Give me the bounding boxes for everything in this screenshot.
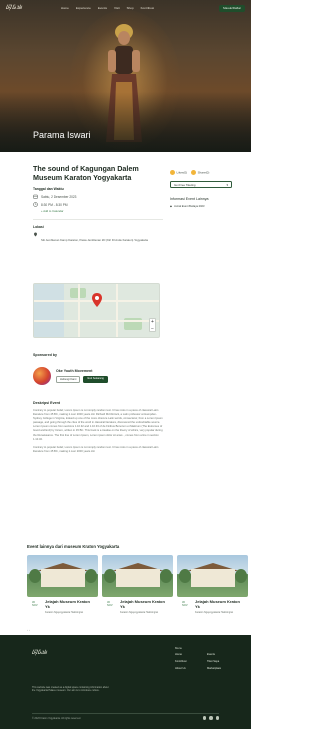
event-date: Sabtu, 2 Desember 2023 <box>41 194 77 199</box>
nav-link-shop[interactable]: Shop <box>127 6 134 10</box>
map-water <box>34 284 64 337</box>
clock-icon <box>33 202 38 207</box>
map-road <box>116 284 118 337</box>
event-card-date: 30 NOV <box>32 601 38 608</box>
footer-link-kontribusi[interactable]: Kontribusi <box>175 660 187 663</box>
carousel-pager[interactable]: ‹ › <box>27 628 30 632</box>
other-events-label: Event lainnya dari museum Kraton Yogyaka… <box>27 544 120 549</box>
event-time-row: 8:30 PM - 8:30 PM <box>33 202 163 207</box>
footer-divider <box>32 713 219 714</box>
event-card-image <box>102 555 173 597</box>
like-button[interactable]: Likes(0) <box>170 170 187 175</box>
map-road <box>78 284 80 337</box>
event-card[interactable]: 30 NOV Jelajah Museum Kraton Yk Karaton N… <box>177 555 248 615</box>
event-description: Contrary to popular belief, Lorem Ipsum … <box>33 409 163 458</box>
footer-about-text: This website was created as a digital sp… <box>32 686 109 693</box>
event-title: The sound of Kagungan Dalem Museum Karat… <box>33 164 139 182</box>
map-zoom-control[interactable]: + − <box>149 318 156 332</box>
nav-link-visit[interactable]: Visit <box>114 6 120 10</box>
event-detail: The sound of Kagungan Dalem Museum Karat… <box>33 164 163 243</box>
footer-link-events[interactable]: Events <box>207 653 215 656</box>
hero-shade <box>0 92 251 152</box>
contact-sponsor-button[interactable]: Hubungi Kami <box>56 375 81 384</box>
tag-icon: ◆ <box>170 205 172 208</box>
like-share-row: Likes(0) Share(0) <box>170 170 232 175</box>
map-road <box>34 320 159 322</box>
event-card-image <box>27 555 98 597</box>
youtube-icon[interactable] <box>209 716 213 720</box>
footer-copyright: © 2023 Kraton Yogyakarta. All rights res… <box>32 717 81 720</box>
event-card-image <box>177 555 248 597</box>
twitter-icon[interactable] <box>215 716 219 720</box>
footer-link-home[interactable]: Home <box>175 653 182 656</box>
sponsor-name: Oke Youth Movement <box>56 368 93 373</box>
site-footer: ᮘᮥᮓᮚ This website was created as a digit… <box>0 635 251 729</box>
description-paragraph: Contrary to popular belief, Lorem Ipsum … <box>33 445 159 453</box>
event-sidebar: Likes(0) Share(0) Get Free Tiketing ▾ In… <box>170 170 232 208</box>
add-calendar-link[interactable]: + Add to Calendar <box>41 209 163 213</box>
info-link[interactable]: ◆ Jurnal Event Budaya 2023 <box>170 205 232 208</box>
description-label: Deskripsi Event <box>33 401 60 405</box>
event-card[interactable]: 30 NOV Jelajah Museum Kraton Yk Karaton N… <box>102 555 173 615</box>
instagram-icon[interactable] <box>202 716 206 720</box>
nav-link-events[interactable]: Events <box>98 6 107 10</box>
share-icon <box>191 170 197 175</box>
sponsor-avatar <box>33 367 51 385</box>
sponsor-card: Oke Youth Movement Hubungi Kami Ikuti Se… <box>33 363 160 389</box>
share-button[interactable]: Share(0) <box>191 170 209 175</box>
footer-social-links <box>202 716 219 720</box>
event-card-subtitle: Karaton Ngayogyakarta Hadiningrat <box>45 611 84 614</box>
footer-link-marketplace[interactable]: Marketplace <box>207 667 221 670</box>
footer-logo[interactable]: ᮘᮥᮓᮚ <box>32 649 47 657</box>
nav-link-kontribusi[interactable]: Kontribusi <box>141 6 154 10</box>
location-pin-icon <box>34 232 37 237</box>
event-time: 8:30 PM - 8:30 PM <box>41 202 68 207</box>
sponsor-label: Sponsored by <box>33 353 57 357</box>
hero-banner: ᮘᮥᮓᮚ Home Experience Events Visit Shop K… <box>0 0 251 152</box>
description-paragraph: Contrary to popular belief, Lorem Ipsum … <box>33 409 163 441</box>
event-card-subtitle: Karaton Ngayogyakarta Hadiningrat <box>195 611 234 614</box>
footer-link-about[interactable]: About Us <box>175 667 186 670</box>
divider <box>33 219 163 221</box>
login-button[interactable]: Masuk/Daftar <box>219 4 245 12</box>
get-ticket-button[interactable]: Get Free Tiketing ▾ <box>170 181 232 188</box>
event-card-title: Jelajah Museum Kraton Yk <box>195 599 240 609</box>
follow-sponsor-button[interactable]: Ikuti Sekarang <box>83 375 108 384</box>
nav-links: Home Experience Events Visit Shop Kontri… <box>61 6 154 10</box>
date-time-label: Tanggal dan Waktu <box>33 187 64 192</box>
site-logo[interactable]: ᮘᮥᮓᮚ <box>6 4 23 12</box>
location-map[interactable]: + − <box>33 283 160 338</box>
top-navbar: ᮘᮥᮓᮚ Home Experience Events Visit Shop K… <box>0 0 251 16</box>
event-card-date: 30 NOV <box>182 601 188 608</box>
location-label: Lokasi <box>33 225 44 230</box>
footer-link-tickets[interactable]: Tiket Saya <box>207 660 219 663</box>
other-info-label: Informasi Event Lainnya <box>170 197 209 201</box>
chevron-down-icon: ▾ <box>226 182 228 187</box>
footer-menu-heading: Menu <box>175 646 182 650</box>
event-card-title: Jelajah Museum Kraton Yk <box>120 599 165 609</box>
map-marker-icon[interactable] <box>91 293 103 307</box>
like-icon <box>170 170 175 175</box>
event-card-subtitle: Karaton Ngayogyakarta Hadiningrat <box>120 611 159 614</box>
event-card[interactable]: 30 NOV Jelajah Museum Kraton Yk Karaton N… <box>27 555 98 615</box>
address-row <box>33 232 163 237</box>
nav-link-home[interactable]: Home <box>61 6 69 10</box>
event-date-row: Sabtu, 2 Desember 2023 <box>33 194 163 199</box>
ticket-label: Get Free Tiketing <box>174 182 196 187</box>
hero-title: Parama Iswari <box>33 130 91 140</box>
calendar-icon <box>33 194 38 199</box>
event-card-date: 30 NOV <box>107 601 113 608</box>
nav-link-experience[interactable]: Experience <box>76 6 91 10</box>
event-card-title: Jelajah Museum Kraton Yk <box>45 599 90 609</box>
event-address: Siti Jemblenan Kamp Karaton, Pawa Jemble… <box>41 238 148 243</box>
